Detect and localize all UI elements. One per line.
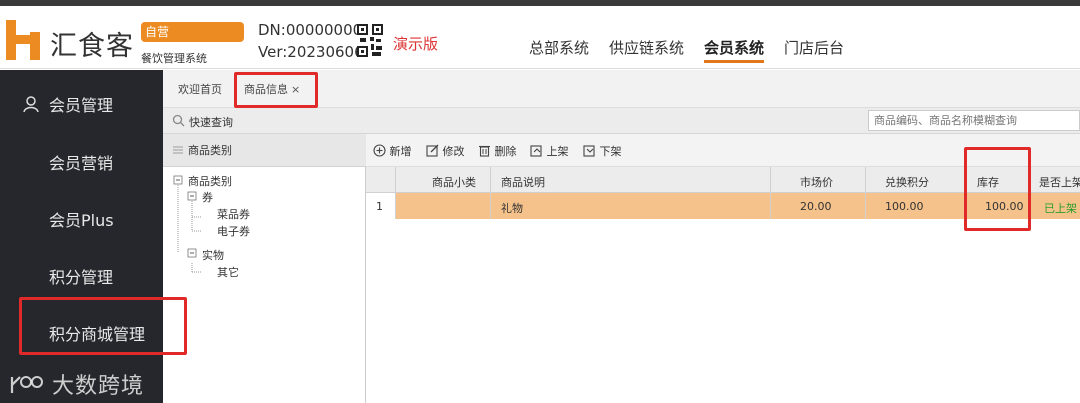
column-header[interactable]: 兑换积分 [885, 174, 929, 190]
tree-node[interactable]: 商品类别 [188, 173, 232, 189]
row-index: 1 [376, 200, 383, 213]
sidebar-item-member-management[interactable]: 会员管理 [0, 92, 163, 116]
tree-node[interactable]: 其它 [217, 264, 239, 280]
list-icon [173, 146, 183, 154]
edit-icon [426, 144, 439, 157]
column-header[interactable]: 市场价 [800, 174, 833, 190]
header: 汇食客 自营 餐饮管理系统 DN:00000000 Ver:20230606 演… [0, 6, 1080, 69]
user-icon [23, 96, 39, 113]
column-divider [490, 167, 491, 219]
tree-node[interactable]: 菜品券 [217, 206, 250, 222]
tree-node[interactable]: 券 [202, 189, 213, 205]
nav-supply-chain[interactable]: 供应链系统 [609, 37, 684, 58]
watermark: 大数跨境 [8, 368, 144, 400]
nav-member-system[interactable]: 会员系统 [704, 37, 765, 63]
column-divider [395, 167, 396, 219]
unshelve-button-label: 下架 [599, 145, 622, 158]
cell-market-price: 20.00 [800, 200, 832, 213]
sidebar-item-label: 会员营销 [49, 154, 114, 173]
column-divider [770, 167, 771, 219]
quick-search-label: 快速查询 [189, 116, 233, 129]
sidebar-item-label: 会员管理 [49, 96, 114, 115]
watermark-text: 大数跨境 [52, 374, 145, 399]
delete-button-label: 删除 [494, 145, 517, 158]
category-header: 商品类别 [163, 134, 366, 167]
cell-description: 礼物 [501, 202, 523, 215]
annotation-box-sidebar [19, 297, 187, 355]
logo-icon [6, 20, 40, 60]
trash-icon [479, 145, 490, 157]
tree-node[interactable]: 电子券 [217, 223, 250, 239]
search-input[interactable] [868, 110, 1080, 131]
unshelve-icon [583, 145, 595, 157]
search-icon [172, 114, 185, 127]
new-button[interactable]: 新增 [373, 143, 412, 159]
self-operated-badge: 自营 [141, 22, 244, 42]
annotation-box-stock [964, 147, 1031, 231]
delete-button[interactable]: 删除 [478, 143, 517, 159]
cell-points: 100.00 [885, 200, 924, 213]
sidebar-item-label: 积分管理 [49, 268, 114, 287]
shelve-button[interactable]: 上架 [530, 143, 569, 159]
cell-on-shelf: 已上架 [1044, 202, 1077, 215]
column-header[interactable]: 商品小类 [432, 174, 476, 190]
tab-welcome[interactable]: 欢迎首页 [178, 81, 222, 97]
sidebar-item-label: 会员Plus [49, 211, 114, 230]
shelve-button-label: 上架 [546, 145, 569, 158]
nav-hq-system[interactable]: 总部系统 [529, 37, 589, 58]
column-header[interactable]: 商品说明 [501, 174, 545, 190]
qr-code-icon[interactable] [357, 24, 383, 58]
edit-button-label: 修改 [442, 145, 465, 158]
sidebar-item-points-management[interactable]: 积分管理 [0, 264, 163, 288]
sidebar-item-member-plus[interactable]: 会员Plus [0, 207, 163, 231]
logo-text: 汇食客 [50, 31, 134, 62]
watermark-logo-icon [10, 376, 43, 393]
column-header[interactable]: 是否上架 [1039, 174, 1080, 190]
category-panel: 商品类别 商品类别 券 菜品券 电子券 实物 其它 [163, 134, 366, 403]
version-label: Ver:20230606 [258, 43, 364, 61]
sidebar-item-member-marketing[interactable]: 会员营销 [0, 150, 163, 174]
dn-label: DN:00000000 [258, 21, 363, 39]
edit-button[interactable]: 修改 [426, 143, 465, 159]
quick-search-bar: 快速查询 [163, 108, 1080, 134]
plus-circle-icon [373, 144, 386, 157]
column-divider [865, 167, 866, 219]
demo-label: 演示版 [393, 35, 439, 53]
nav-store-backend[interactable]: 门店后台 [784, 37, 844, 58]
tree-node[interactable]: 实物 [202, 247, 224, 263]
new-button-label: 新增 [389, 145, 412, 158]
annotation-box-tab [234, 72, 318, 108]
system-subtitle: 餐饮管理系统 [141, 52, 207, 65]
shelve-icon [530, 145, 542, 157]
unshelve-button[interactable]: 下架 [583, 143, 622, 159]
